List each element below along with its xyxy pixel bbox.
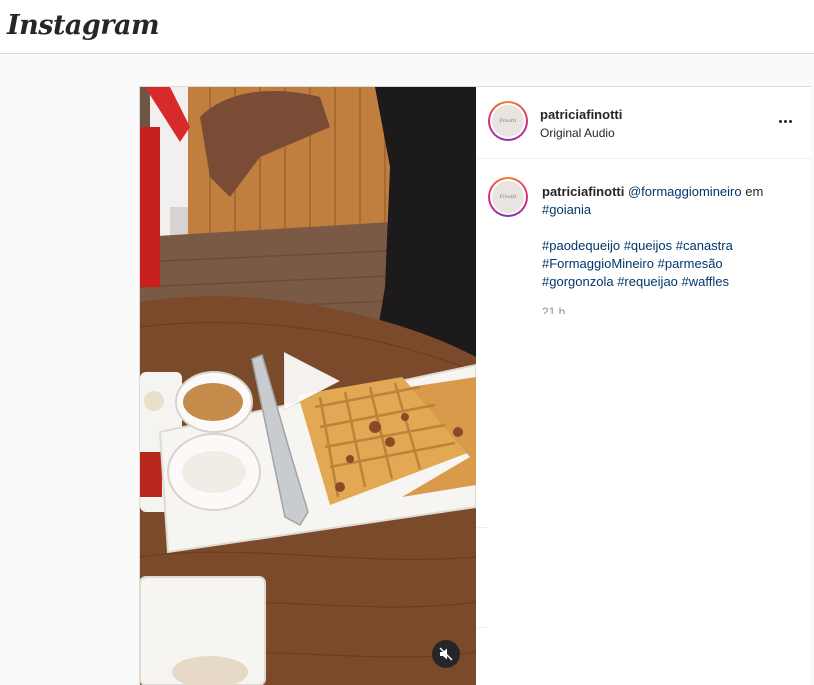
author-avatar[interactable]: Finotti bbox=[488, 101, 528, 141]
hashtag-link[interactable]: #goiania bbox=[542, 202, 591, 217]
post-sidebar: Finotti patriciafinotti Original Audio F… bbox=[476, 87, 811, 685]
hashtag-link[interactable]: #queijos bbox=[624, 238, 672, 253]
divider bbox=[476, 527, 488, 528]
dot-icon bbox=[788, 119, 792, 123]
sidebar-blank-area bbox=[476, 314, 811, 685]
hashtag-list: #paodequeijo #queijos #canastra #Formagg… bbox=[542, 237, 797, 291]
play-button[interactable] bbox=[280, 349, 344, 413]
more-options-button[interactable] bbox=[775, 111, 795, 131]
speaker-muted-icon bbox=[439, 647, 453, 661]
video-player[interactable] bbox=[140, 87, 476, 685]
hashtag-link[interactable]: #waffles bbox=[682, 274, 729, 289]
avatar-image: Finotti bbox=[492, 105, 524, 137]
play-icon bbox=[283, 351, 341, 411]
mute-toggle-button[interactable] bbox=[432, 640, 460, 668]
caption-username[interactable]: patriciafinotti bbox=[542, 184, 624, 199]
top-navigation-bar: Instagram bbox=[0, 0, 814, 54]
mention-link[interactable]: @formaggiomineiro bbox=[628, 184, 742, 199]
hashtag-link[interactable]: #gorgonzola bbox=[542, 274, 614, 289]
avatar-image: Finotti bbox=[492, 181, 524, 213]
hashtag-link[interactable]: #parmesão bbox=[658, 256, 723, 271]
post-container: Finotti patriciafinotti Original Audio F… bbox=[139, 86, 811, 685]
audio-label[interactable]: Original Audio bbox=[540, 126, 615, 140]
caption-connector: em bbox=[741, 184, 764, 199]
post-header: Finotti patriciafinotti Original Audio bbox=[476, 87, 811, 159]
dot-icon bbox=[778, 119, 782, 123]
caption-avatar[interactable]: Finotti bbox=[488, 177, 528, 217]
author-username[interactable]: patriciafinotti bbox=[540, 107, 622, 122]
post-timestamp[interactable]: 21 h bbox=[542, 305, 565, 314]
comments-section: Finotti patriciafinotti @formaggiomineir… bbox=[476, 159, 811, 314]
hashtag-link[interactable]: #requeijao bbox=[617, 274, 678, 289]
hashtag-link[interactable]: #canastra bbox=[676, 238, 733, 253]
instagram-logo[interactable]: Instagram bbox=[7, 10, 160, 41]
hashtag-link[interactable]: #paodequeijo bbox=[542, 238, 620, 253]
post-caption: patriciafinotti @formaggiomineiro em #go… bbox=[542, 183, 797, 291]
dot-icon bbox=[783, 119, 787, 123]
divider bbox=[476, 627, 488, 628]
hashtag-link[interactable]: #FormaggioMineiro bbox=[542, 256, 654, 271]
